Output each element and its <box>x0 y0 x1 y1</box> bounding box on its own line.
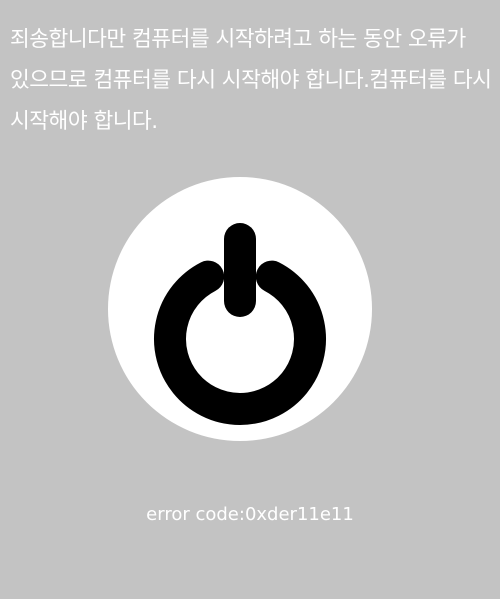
error-code-line: error code:0xder11e11 <box>0 503 500 527</box>
error-code-label: error code: <box>146 504 245 525</box>
power-icon <box>108 177 372 441</box>
error-code-value: 0xder11e11 <box>244 504 354 525</box>
error-message: 죄송합니다만 컴퓨터를 시작하려고 하는 동안 오류가 있으므로 컴퓨터를 다시… <box>10 27 492 134</box>
restart-power-button[interactable] <box>108 177 372 441</box>
error-screen: 죄송합니다만 컴퓨터를 시작하려고 하는 동안 오류가 있으므로 컴퓨터를 다시… <box>0 0 500 599</box>
